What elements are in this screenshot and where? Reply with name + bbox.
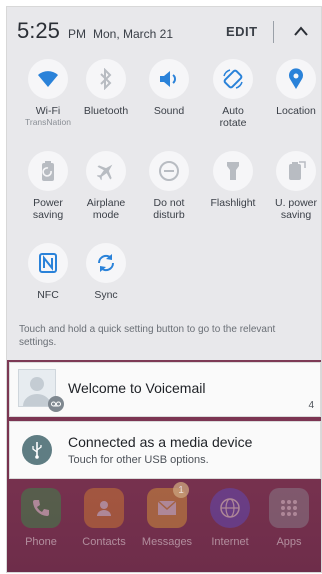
sync-icon xyxy=(97,254,115,272)
tile-location[interactable]: Location xyxy=(266,59,321,117)
messages-badge: 1 xyxy=(173,482,189,498)
tile-label: Sound xyxy=(153,105,185,117)
tile-label-line1: Do not xyxy=(153,197,185,209)
collapse-icon[interactable] xyxy=(291,23,311,39)
notification-shade: 5:25 PM Mon, March 21 EDIT Wi-Fi TransNa… xyxy=(6,6,322,573)
notification-subtitle: Touch for other USB options. xyxy=(68,454,209,466)
tile-label-line1: U. power xyxy=(274,197,317,209)
notification-count: 4 xyxy=(308,400,314,411)
location-icon xyxy=(289,68,303,89)
dock-app-messages[interactable]: 1 Messages xyxy=(139,482,195,548)
edit-button[interactable]: EDIT xyxy=(226,24,258,39)
tile-label: Bluetooth xyxy=(83,105,129,117)
power-saving-icon xyxy=(42,161,54,181)
quick-settings-hint: Touch and hold a quick setting button to… xyxy=(19,324,276,348)
internet-icon xyxy=(210,488,250,528)
tile-wifi[interactable]: Wi-Fi TransNation xyxy=(18,59,78,128)
contacts-icon xyxy=(84,488,124,528)
tile-flashlight[interactable]: Flashlight xyxy=(203,151,263,209)
tile-sublabel: TransNation xyxy=(25,117,71,127)
auto-rotate-icon xyxy=(223,69,243,89)
tile-label-line2: saving xyxy=(280,209,312,221)
tile-label-line1: Power xyxy=(33,197,63,209)
tile-sync[interactable]: Sync xyxy=(76,243,136,301)
tile-label: Wi-Fi xyxy=(35,105,61,117)
tile-label-line2: disturb xyxy=(153,209,185,221)
tile-label: Flashlight xyxy=(210,197,256,209)
clock-ampm: PM xyxy=(68,27,86,41)
bluetooth-icon xyxy=(100,68,112,90)
tile-label-line2: rotate xyxy=(219,117,247,129)
tile-label-line2: mode xyxy=(92,209,120,221)
tile-airplane-mode[interactable]: Airplane mode xyxy=(76,151,136,221)
dock-app-contacts[interactable]: Contacts xyxy=(76,488,132,548)
tile-label: Sync xyxy=(94,289,118,301)
nfc-icon xyxy=(39,253,57,273)
dock-app-internet[interactable]: Internet xyxy=(202,488,258,548)
app-label: Messages xyxy=(141,536,193,548)
app-label: Apps xyxy=(276,536,302,548)
sound-icon xyxy=(160,71,176,87)
tile-do-not-disturb[interactable]: Do not disturb xyxy=(139,151,199,221)
phone-icon xyxy=(21,488,61,528)
tile-bluetooth[interactable]: Bluetooth xyxy=(76,59,136,117)
dock-app-phone[interactable]: Phone xyxy=(13,488,69,548)
flashlight-icon xyxy=(227,162,239,180)
tile-label: NFC xyxy=(37,289,59,301)
wifi-icon xyxy=(38,71,58,87)
app-label: Internet xyxy=(211,536,249,548)
tile-label: Location xyxy=(276,105,316,117)
tile-label-line1: Airplane xyxy=(86,197,126,209)
tile-label-line2: saving xyxy=(32,209,64,221)
airplane-icon xyxy=(96,164,113,181)
tile-auto-rotate[interactable]: Auto rotate xyxy=(203,59,263,129)
voicemail-icon xyxy=(48,396,64,412)
dock-app-apps[interactable]: Apps xyxy=(261,488,317,548)
ultra-power-saving-icon xyxy=(289,161,306,180)
notification-title: Welcome to Voicemail xyxy=(68,380,206,396)
date: Mon, March 21 xyxy=(93,27,174,41)
usb-icon xyxy=(22,435,52,465)
clock: 5:25 xyxy=(17,18,60,43)
tile-power-saving[interactable]: Power saving xyxy=(18,151,78,221)
notification-title: Connected as a media device xyxy=(68,434,253,450)
tile-ultra-power-saving[interactable]: U. power saving xyxy=(266,151,321,221)
tile-sound[interactable]: Sound xyxy=(139,59,199,117)
tile-nfc[interactable]: NFC xyxy=(18,243,78,301)
tile-label-line1: Auto xyxy=(222,105,244,117)
notification-usb[interactable]: Connected as a media device Touch for ot… xyxy=(9,421,321,479)
divider xyxy=(273,21,274,43)
do-not-disturb-icon xyxy=(159,161,179,181)
notification-voicemail[interactable]: Welcome to Voicemail 4 xyxy=(9,362,321,417)
status-header: 5:25 PM Mon, March 21 EDIT xyxy=(7,7,321,55)
apps-grid-icon xyxy=(269,488,309,528)
app-label: Phone xyxy=(25,536,57,548)
app-label: Contacts xyxy=(82,536,126,548)
